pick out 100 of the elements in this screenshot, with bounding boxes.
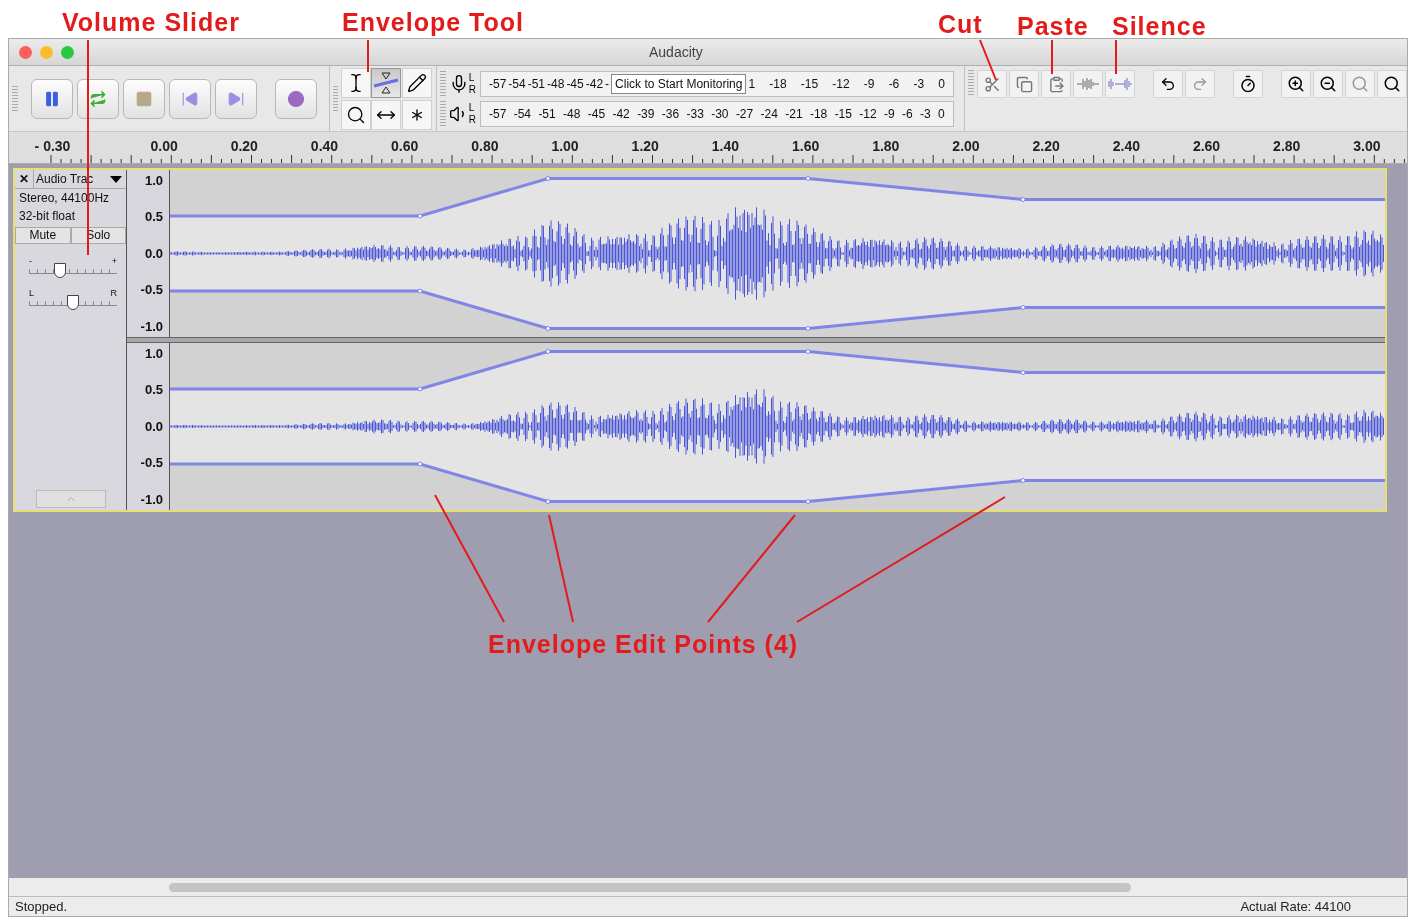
meter-tick-label: -6	[888, 75, 900, 93]
leader-line	[367, 39, 369, 73]
meter-tick-label: -24	[760, 105, 778, 123]
meter-tick-label: -45	[587, 105, 606, 123]
meter-tick-label: -48	[547, 75, 565, 93]
envelope-line[interactable]	[170, 289, 1385, 330]
zoom-out-icon	[1319, 75, 1337, 93]
track-info: 32-bit float	[18, 208, 77, 225]
scale-label: 0.5	[144, 208, 163, 227]
horizontal-scrollbar[interactable]	[9, 878, 1407, 896]
redo-icon	[1192, 76, 1208, 92]
channel-label: R	[468, 83, 476, 96]
envelope-tool[interactable]	[371, 67, 402, 98]
cut-button[interactable]	[977, 70, 1007, 98]
meter-tick-label: -6	[902, 105, 913, 123]
record-button[interactable]	[274, 78, 317, 119]
close-window-icon[interactable]	[19, 45, 32, 59]
undo-button[interactable]	[1153, 70, 1183, 98]
draw-tool[interactable]	[401, 67, 432, 98]
trim-button[interactable]	[1073, 70, 1103, 98]
meter-tick-label: -48	[563, 105, 581, 123]
paste-button[interactable]	[1041, 70, 1071, 98]
annotation-label: Envelope Edit Points (4)	[488, 629, 799, 660]
meter-tick-label: -42	[585, 75, 604, 93]
loop-button[interactable]	[76, 78, 119, 119]
annotation-label: Volume Slider	[62, 7, 240, 38]
skip-to-end-button[interactable]	[214, 78, 257, 119]
magnifier-icon	[1383, 75, 1401, 93]
record-icon	[286, 89, 305, 108]
meter-tick-label: -18	[809, 105, 828, 123]
slider-label: -	[29, 256, 32, 266]
collapse-track-button[interactable]	[35, 490, 106, 508]
scale-label: 0.0	[144, 417, 163, 436]
copy-button[interactable]	[1009, 70, 1039, 98]
toolbar-grip[interactable]	[332, 85, 339, 112]
envelope-line[interactable]	[170, 350, 1385, 391]
multi-tool[interactable]	[401, 99, 432, 130]
time-shift-tool[interactable]	[371, 99, 402, 130]
playback-meter[interactable]: -57 -54 -51 -48 -45 -42 -39 -36 -33 -30 -27 -24 -21 -18 -15 -12 -9 -6 -3 0	[480, 100, 954, 127]
meter-tick-label: -15	[800, 75, 819, 93]
ruler-label: 2.00	[951, 137, 981, 156]
zoom-in-icon	[1287, 75, 1305, 93]
channel-label: L	[468, 71, 476, 84]
stopwatch-icon	[1239, 75, 1257, 93]
meter-tick-label: 0	[938, 75, 945, 93]
silence-audio-icon	[1108, 76, 1132, 92]
zoom-out-button[interactable]	[1313, 70, 1343, 98]
pause-button[interactable]	[30, 78, 73, 119]
leader-line	[1115, 39, 1117, 75]
ruler-label: 0.80	[470, 137, 500, 156]
meter-tick-label: -27	[735, 105, 754, 123]
toolbar-grip[interactable]	[12, 85, 18, 112]
annotation-label: Paste	[1017, 11, 1089, 42]
stop-button[interactable]	[122, 78, 165, 119]
slider-thumb[interactable]	[67, 295, 79, 310]
meter-tick-label: -39	[637, 105, 655, 123]
ruler-label: 0.60	[390, 137, 420, 156]
monitoring-tooltip: Click to Start Monitoring	[611, 73, 747, 94]
envelope-line[interactable]	[170, 177, 1385, 218]
close-track-button[interactable]: ✕	[15, 170, 33, 188]
select-tool[interactable]	[341, 67, 372, 98]
status-text: Stopped.	[15, 897, 68, 916]
meter-tick-label: -51	[538, 105, 556, 123]
meter-tick-label: -3	[913, 75, 925, 93]
slider-label: L	[29, 288, 34, 298]
cut-icon	[983, 75, 1001, 93]
zoom-in-button[interactable]	[1281, 70, 1311, 98]
skip-to-start-button[interactable]	[168, 78, 211, 119]
toolbar-grip[interactable]	[439, 70, 446, 97]
ruler-label: 1.80	[871, 137, 901, 156]
loop-icon	[88, 89, 107, 108]
meter-tick-label: 1	[748, 75, 756, 93]
meter-tick-label: -	[605, 75, 610, 93]
meter-tick-label: -54	[508, 75, 526, 93]
fit-project-button[interactable]	[1377, 70, 1407, 98]
scale-label: -1.0	[140, 490, 163, 509]
window-title: Audacity	[649, 42, 703, 62]
toolbar-grip[interactable]	[439, 100, 446, 127]
meter-tick-label: -42	[612, 105, 630, 123]
meter-tick-label: -45	[566, 75, 584, 93]
zoom-tool[interactable]	[341, 99, 372, 130]
scale-label: 0.5	[144, 381, 163, 400]
envelope-line[interactable]	[170, 462, 1385, 503]
slider-thumb[interactable]	[53, 263, 66, 278]
record-meter[interactable]: -57 -54 -51 -48 -45 -42 - Click to Start Monitoring 1 -18 -15 -12 -9 -6 -3 0	[480, 70, 954, 97]
meter-tick-label: -18	[769, 75, 787, 93]
scrollbar-thumb[interactable]	[169, 882, 1131, 892]
leader-line	[979, 39, 997, 81]
paste-icon	[1047, 75, 1065, 93]
envelope-icon	[373, 71, 400, 94]
meter-tick-label: -21	[785, 105, 803, 123]
channel-label: L	[468, 101, 476, 114]
toolbar-grip[interactable]	[968, 70, 974, 96]
mute-button[interactable]: Mute	[15, 227, 71, 244]
sync-lock-button[interactable]	[1233, 70, 1263, 98]
ruler-label: 2.20	[1031, 137, 1061, 156]
skip-to-start-icon	[180, 89, 199, 108]
meter-tick-label: -57	[489, 75, 507, 93]
scale-label: -0.5	[140, 281, 163, 300]
ruler-label: 3.00	[1352, 137, 1382, 156]
